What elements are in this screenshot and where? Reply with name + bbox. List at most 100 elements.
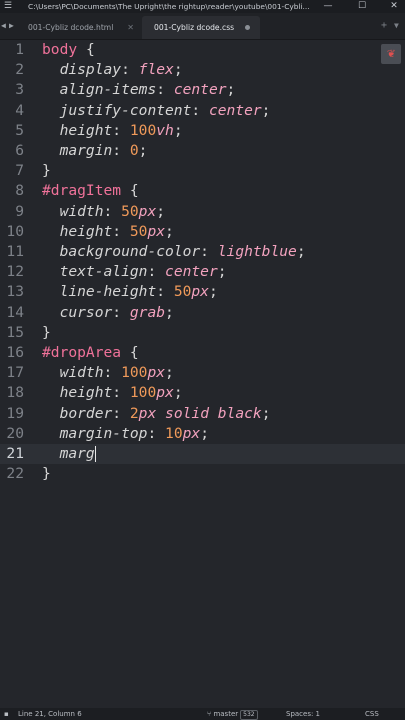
code-line[interactable]: body { <box>42 40 95 60</box>
line-number[interactable]: 16 <box>0 343 24 363</box>
code-token: 0 <box>129 142 139 159</box>
code-token: width <box>59 364 104 382</box>
code-line[interactable]: border: 2px solid black; <box>42 404 271 424</box>
tab-list-chevron-icon[interactable]: ▼ <box>394 13 399 39</box>
code-token: lightblue <box>217 243 297 260</box>
minimize-button[interactable]: — <box>318 0 338 13</box>
line-number[interactable]: 4 <box>0 101 24 121</box>
code-line[interactable]: height: 100vh; <box>42 121 183 141</box>
line-number[interactable]: 8 <box>0 181 24 201</box>
cursor-position[interactable]: Line 21, Column 6 <box>18 708 82 720</box>
code-token: ; <box>138 142 148 159</box>
code-token: : <box>147 263 166 281</box>
code-line[interactable]: marg <box>42 444 96 464</box>
code-token: height <box>59 222 113 240</box>
code-line[interactable]: justify-content: center; <box>42 101 271 121</box>
code-line[interactable]: background-color: lightblue; <box>42 242 306 262</box>
code-token: : <box>112 222 130 240</box>
code-line[interactable]: width: 50px; <box>42 202 165 222</box>
status-square-icon[interactable]: ▪ <box>4 708 9 720</box>
code-token: vh <box>156 121 174 139</box>
code-token: 50 <box>173 283 192 301</box>
tab-css-file[interactable]: 001-Cybliz dcode.css <box>142 16 260 39</box>
line-number[interactable]: 13 <box>0 282 24 302</box>
code-token: : <box>112 384 130 402</box>
code-token: background-color <box>59 243 201 260</box>
code-line[interactable]: } <box>42 464 51 484</box>
close-tab-icon[interactable]: ✕ <box>127 16 134 39</box>
code-token: : <box>147 424 166 442</box>
code-line[interactable]: display: flex; <box>42 60 183 80</box>
code-line[interactable]: margin: 0; <box>42 141 148 161</box>
code-line[interactable]: width: 100px; <box>42 363 174 383</box>
code-token: ; <box>226 81 236 99</box>
code-token: ; <box>200 424 209 442</box>
close-button[interactable]: ✕ <box>384 0 404 13</box>
line-number[interactable]: 11 <box>0 242 24 262</box>
line-number[interactable]: 3 <box>0 80 24 100</box>
code-line[interactable]: } <box>42 323 51 343</box>
code-line[interactable]: #dragItem { <box>42 181 139 201</box>
line-number[interactable]: 2 <box>0 60 24 80</box>
line-number[interactable]: 5 <box>0 121 24 141</box>
line-number[interactable]: 7 <box>0 161 24 181</box>
code-line[interactable]: align-items: center; <box>42 80 236 100</box>
indentation-setting[interactable]: Spaces: 1 <box>286 708 320 720</box>
code-token: line-height <box>59 283 157 301</box>
code-token: : <box>191 101 209 119</box>
syntax-mode[interactable]: CSS <box>365 708 379 720</box>
line-number[interactable]: 6 <box>0 141 24 161</box>
tab-html-file[interactable]: 001-Cybliz dcode.html ✕ <box>16 16 142 39</box>
code-token: 100 <box>121 364 148 382</box>
tab-bar: ◀ ▶ 001-Cybliz dcode.html ✕ 001-Cybliz d… <box>0 13 405 40</box>
code-line[interactable]: text-align: center; <box>42 262 227 282</box>
unsaved-dot-icon[interactable] <box>245 25 250 30</box>
code-line[interactable]: } <box>42 161 51 181</box>
code-token: ; <box>296 243 306 260</box>
minimap-toggle-icon[interactable]: ❦ <box>381 44 401 64</box>
line-number[interactable]: 22 <box>0 464 24 484</box>
line-number[interactable]: 1 <box>0 40 24 60</box>
code-token: text-align <box>59 263 148 281</box>
code-line[interactable]: margin-top: 10px; <box>42 424 209 444</box>
code-token: px <box>191 283 209 301</box>
code-token: px <box>182 424 201 442</box>
code-token: height <box>59 121 113 139</box>
new-tab-icon[interactable]: + <box>381 13 387 39</box>
line-number[interactable]: 10 <box>0 222 24 242</box>
line-number[interactable]: 12 <box>0 262 24 282</box>
git-branch[interactable]: ⑂ master 532 <box>207 708 258 720</box>
code-token: solid black <box>165 404 262 422</box>
code-token: ; <box>156 202 166 220</box>
line-number[interactable]: 9 <box>0 202 24 222</box>
line-number[interactable]: 14 <box>0 303 24 323</box>
code-token: display <box>59 61 122 79</box>
code-token: align-items <box>59 81 157 99</box>
tab-label: 001-Cybliz dcode.css <box>154 23 235 32</box>
line-number[interactable]: 19 <box>0 404 24 424</box>
line-number[interactable]: 15 <box>0 323 24 343</box>
code-line[interactable]: line-height: 50px; <box>42 282 218 302</box>
line-number[interactable]: 17 <box>0 363 24 383</box>
tab-scroll-left-icon[interactable]: ◀ <box>1 13 6 39</box>
code-editor[interactable]: 1 body { 2 display: flex; 3 align-items: ce… <box>0 40 405 708</box>
code-token: 2 <box>129 404 139 422</box>
code-line[interactable]: height: 50px; <box>42 222 174 242</box>
code-token: 100 <box>129 384 157 402</box>
line-number[interactable]: 21 <box>0 444 24 464</box>
code-line[interactable]: height: 100px; <box>42 383 183 403</box>
maximize-button[interactable]: ☐ <box>352 0 372 13</box>
code-line[interactable]: #dropArea { <box>42 343 139 363</box>
text-caret <box>94 446 96 462</box>
hamburger-menu-icon[interactable]: ☰ <box>2 1 14 12</box>
code-line[interactable]: cursor: grab; <box>42 303 174 323</box>
code-token: { <box>121 182 139 200</box>
line-number[interactable]: 18 <box>0 383 24 403</box>
line-number[interactable]: 20 <box>0 424 24 444</box>
tab-scroll-right-icon[interactable]: ▶ <box>9 13 14 39</box>
code-token: : <box>121 61 139 79</box>
